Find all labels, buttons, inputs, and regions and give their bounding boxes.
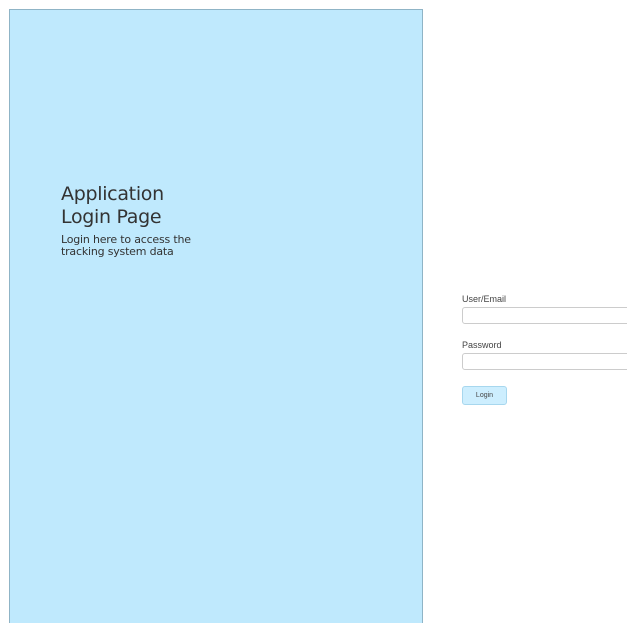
login-button[interactable]: Login [462,386,507,405]
user-field-group: User/Email [462,294,627,324]
user-email-label: User/Email [462,294,507,304]
page-title-line1: Application [61,183,164,205]
page-subtitle: Login here to access the tracking system… [61,233,191,258]
password-field-group: Password [462,340,627,370]
password-input[interactable] [462,353,627,370]
login-form: User/Email Password Login [462,294,627,405]
hero-text: Application Login Page Login here to acc… [61,183,261,258]
page-title-line2: Login Page [61,206,162,228]
hero-panel [9,9,423,623]
login-page: Application Login Page Login here to acc… [0,0,627,623]
page-title: Application Login Page [61,183,261,229]
password-label: Password [462,340,502,350]
user-email-input[interactable] [462,307,627,324]
